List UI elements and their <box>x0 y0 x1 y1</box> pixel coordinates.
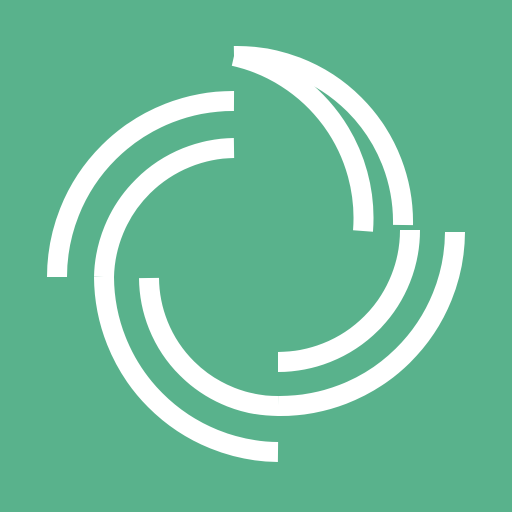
swirl-logo-icon <box>0 0 512 512</box>
app-icon-tile <box>0 0 512 512</box>
icon-background <box>0 0 512 512</box>
